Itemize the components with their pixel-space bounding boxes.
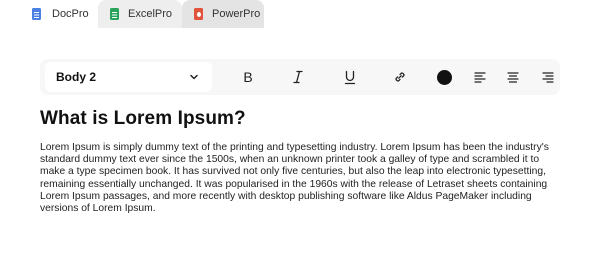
tab-label: PowerPro — [212, 8, 261, 20]
underline-icon — [343, 70, 357, 85]
italic-button[interactable] — [286, 65, 310, 89]
tab-powerpro[interactable]: PowerPro — [182, 0, 264, 28]
doc-file-icon — [32, 8, 41, 20]
tab-label: DocPro — [52, 8, 89, 20]
chevron-down-icon — [189, 71, 199, 85]
document-heading[interactable]: What is Lorem Ipsum? — [40, 108, 246, 130]
underline-button[interactable] — [338, 65, 362, 89]
insert-link-button[interactable] — [388, 65, 412, 89]
text-color-button[interactable] — [432, 65, 456, 89]
align-right-icon — [542, 71, 554, 83]
tab-label: ExcelPro — [128, 8, 173, 20]
bold-icon: B — [243, 69, 253, 85]
text-style-value: Body 2 — [56, 70, 97, 84]
text-style-dropdown[interactable]: Body 2 — [45, 62, 212, 92]
link-icon — [392, 69, 408, 85]
app-tab-bar: DocPro ExcelPro PowerPro — [0, 0, 600, 28]
align-center-icon — [507, 71, 519, 83]
bold-button[interactable]: B — [236, 65, 260, 89]
tab-docpro[interactable]: DocPro — [0, 0, 98, 28]
color-swatch — [436, 69, 452, 85]
align-left-icon — [474, 71, 486, 83]
align-right-button[interactable] — [536, 65, 560, 89]
align-center-button[interactable] — [501, 65, 525, 89]
tab-excelpro[interactable]: ExcelPro — [98, 0, 182, 28]
formatting-toolbar: Body 2 B — [40, 59, 560, 95]
document-paragraph[interactable]: Lorem Ipsum is simply dummy text of the … — [40, 142, 565, 215]
italic-icon — [291, 70, 305, 84]
align-left-button[interactable] — [468, 65, 492, 89]
slides-file-icon — [194, 8, 203, 20]
sheet-file-icon — [110, 8, 119, 20]
